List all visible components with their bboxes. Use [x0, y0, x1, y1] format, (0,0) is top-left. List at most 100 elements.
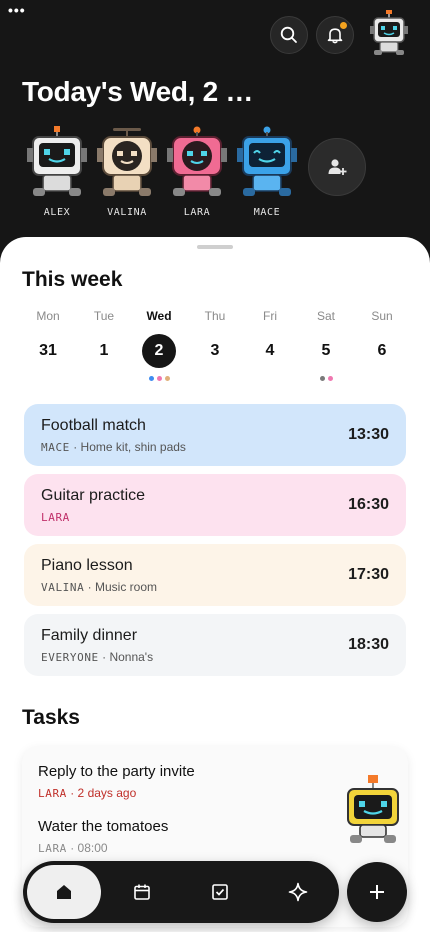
bottom-nav: [23, 861, 339, 923]
member-name: VALINA: [107, 207, 147, 218]
event-dot: [148, 376, 154, 381]
day-tue[interactable]: Tue 1: [79, 309, 129, 382]
task-title: Reply to the party invite: [38, 763, 195, 780]
home-icon: [57, 885, 71, 899]
event-title: Family dinner: [41, 627, 138, 644]
add-member-button[interactable]: [308, 138, 366, 196]
calendar-icon: [134, 884, 150, 900]
event-card[interactable]: Family dinner EVERYONE · Nonna's 18:30: [24, 614, 406, 676]
event-subtitle: MACE · Home kit, shin pads: [41, 440, 186, 454]
search-icon: [280, 26, 297, 43]
menu-dots[interactable]: •••: [8, 2, 26, 18]
task-robot-illustration: [347, 775, 399, 843]
event-dot: [164, 376, 170, 381]
profile-avatar[interactable]: [368, 10, 410, 56]
member-lara[interactable]: LARA: [164, 126, 230, 218]
member-alex[interactable]: ALEX: [24, 126, 90, 218]
event-dot: [327, 376, 333, 381]
event-detail: · Nonna's: [98, 650, 154, 664]
task-who: LARA: [38, 842, 67, 855]
day-date: 31: [39, 342, 57, 359]
event-subtitle: LARA: [41, 510, 70, 524]
event-dot: [156, 376, 162, 381]
sheet-grabber[interactable]: [197, 245, 233, 249]
event-detail: · Home kit, shin pads: [69, 440, 186, 454]
day-label: Mon: [36, 309, 60, 323]
day-wed[interactable]: Wed 2: [134, 309, 184, 382]
member-name: MACE: [253, 207, 281, 218]
week-title: This week: [22, 268, 123, 291]
event-card[interactable]: Piano lesson VALINA · Music room 17:30: [24, 544, 406, 606]
week-strip: Mon 31 Tue 1 Wed 2 Thu 3 Fri 4 Sat 5 Sun…: [20, 309, 410, 389]
search-button[interactable]: [270, 16, 308, 54]
day-date: 6: [377, 342, 387, 359]
add-button[interactable]: [347, 862, 407, 922]
add-person-icon: [328, 159, 347, 175]
day-label: Tue: [93, 309, 115, 323]
member-avatar: [237, 126, 297, 196]
day-sat[interactable]: Sat 5: [301, 309, 351, 382]
day-label: Fri: [263, 309, 277, 323]
event-dot: [319, 376, 325, 381]
member-avatar: [167, 126, 227, 196]
day-date-selected: 2: [142, 334, 176, 368]
event-who: LARA: [41, 511, 70, 524]
day-date: 1: [99, 342, 109, 359]
event-who: MACE: [41, 441, 70, 454]
event-time: 13:30: [348, 426, 389, 443]
nav-assistant[interactable]: [263, 865, 333, 919]
task-title: Water the tomatoes: [38, 818, 169, 835]
task-due: · 2 days ago: [66, 786, 137, 800]
day-date: 4: [265, 342, 275, 359]
notifications-button[interactable]: [316, 16, 354, 54]
event-time: 17:30: [348, 566, 389, 583]
day-label: Thu: [204, 309, 226, 323]
nav-home[interactable]: [27, 865, 101, 919]
day-mon[interactable]: Mon 31: [23, 309, 73, 382]
tasks-title: Tasks: [22, 706, 80, 729]
sparkle-icon: [288, 882, 308, 902]
main-sheet: This week Mon 31 Tue 1 Wed 2 Thu 3 Fri 4…: [0, 237, 430, 932]
day-date: 5: [321, 342, 331, 359]
event-title: Football match: [41, 417, 146, 434]
event-time: 18:30: [348, 636, 389, 653]
plus-icon: [370, 885, 384, 899]
nav-calendar[interactable]: [107, 865, 177, 919]
day-label: Wed: [146, 309, 172, 323]
event-time: 16:30: [348, 496, 389, 513]
day-date: 3: [210, 342, 220, 359]
member-name: LARA: [183, 207, 211, 218]
event-detail: · Music room: [84, 580, 158, 594]
notification-badge: [340, 22, 347, 29]
event-who: EVERYONE: [41, 651, 99, 664]
member-avatar: [27, 126, 87, 196]
task-meta: LARA · 08:00: [38, 841, 168, 855]
task-item[interactable]: Reply to the party invite LARA · 2 days …: [38, 763, 195, 800]
task-who: LARA: [38, 787, 67, 800]
event-who: VALINA: [41, 581, 85, 594]
members-row: ALEX VALINA LARA MACE: [0, 126, 430, 226]
task-item[interactable]: Water the tomatoes LARA · 08:00: [38, 818, 168, 855]
event-title: Piano lesson: [41, 557, 133, 574]
event-subtitle: VALINA · Music room: [41, 580, 157, 594]
day-thu[interactable]: Thu 3: [190, 309, 240, 382]
day-label: Sun: [371, 309, 393, 323]
page-title: Today's Wed, 2 …: [22, 76, 254, 107]
day-sun[interactable]: Sun 6: [357, 309, 407, 382]
event-dots: [134, 376, 184, 382]
event-subtitle: EVERYONE · Nonna's: [41, 650, 153, 664]
event-title: Guitar practice: [41, 487, 146, 504]
task-meta: LARA · 2 days ago: [38, 786, 195, 800]
day-fri[interactable]: Fri 4: [245, 309, 295, 382]
member-avatar: [97, 128, 157, 196]
member-valina[interactable]: VALINA: [94, 126, 160, 218]
event-card[interactable]: Guitar practice LARA 16:30: [24, 474, 406, 536]
event-card[interactable]: Football match MACE · Home kit, shin pad…: [24, 404, 406, 466]
event-dots: [301, 376, 351, 382]
task-due: · 08:00: [66, 841, 108, 855]
checkbox-icon: [212, 884, 228, 900]
day-label: Sat: [316, 309, 335, 323]
member-name: ALEX: [43, 207, 71, 218]
member-mace[interactable]: MACE: [234, 126, 300, 218]
nav-tasks[interactable]: [185, 865, 255, 919]
